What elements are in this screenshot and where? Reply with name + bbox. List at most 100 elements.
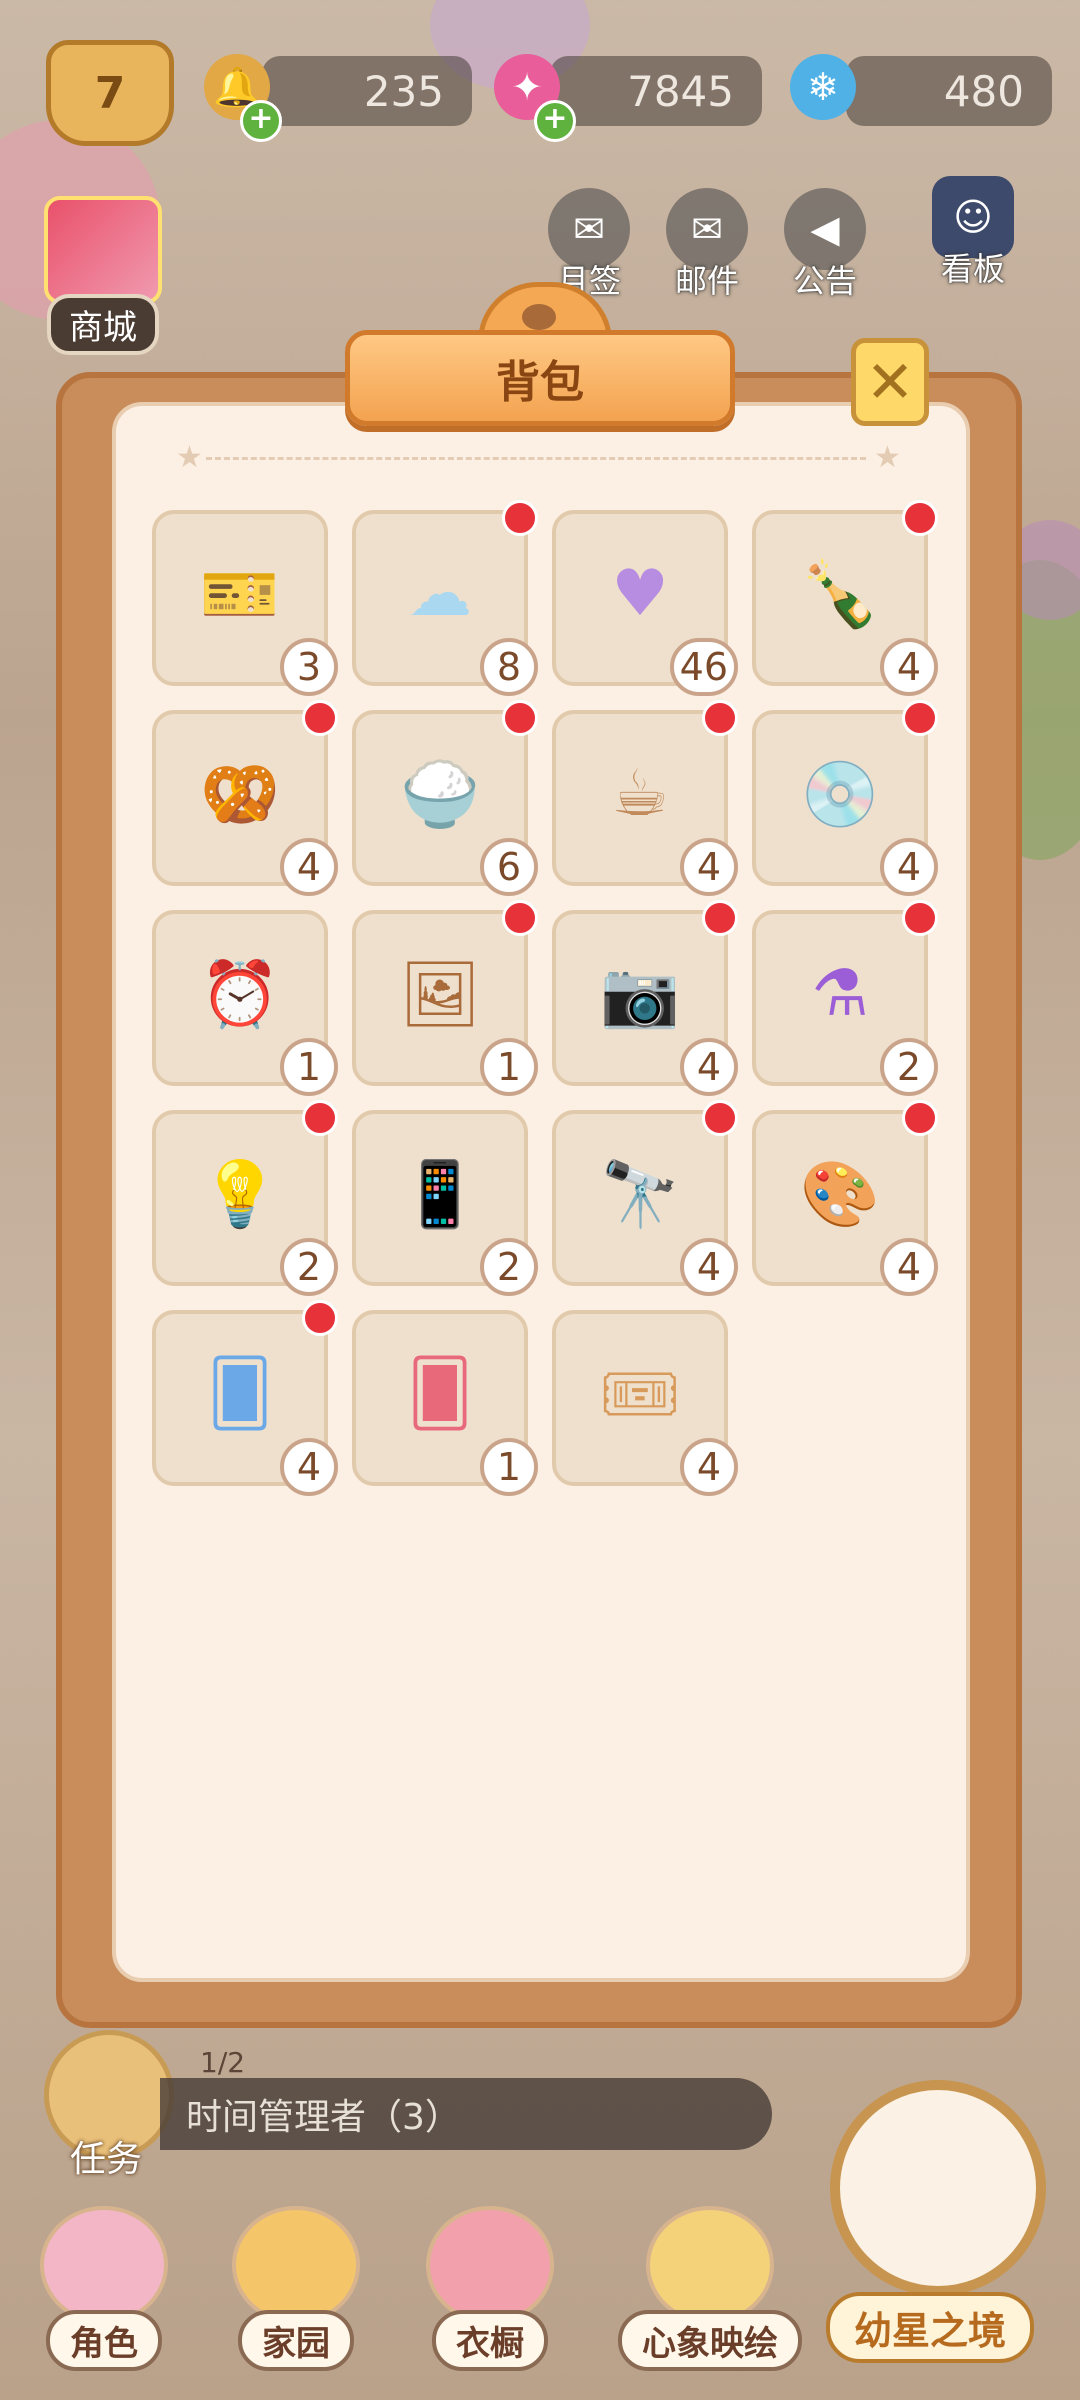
new-badge [902, 500, 938, 536]
board-button[interactable]: ☺ 看板 [932, 176, 1014, 290]
potion-bottle-icon: ⚗ [811, 957, 869, 1031]
rice-bowl-icon: 🍚 [400, 757, 480, 832]
notice-label: 公告 [792, 262, 857, 300]
inventory-slot[interactable]: 🂠 4 [152, 1300, 338, 1496]
gold-ticket-icon: 🎟 [599, 1357, 681, 1432]
inventory-slot[interactable]: 🍚 6 [352, 700, 538, 896]
house-icon [232, 2206, 360, 2324]
inventory-slot[interactable]: ⚗ 2 [752, 900, 938, 1096]
item-count: 4 [680, 1038, 738, 1096]
shop-button[interactable]: 商城 [44, 196, 162, 355]
item-count: 4 [680, 838, 738, 896]
quest-text: 时间管理者（3） [186, 2097, 461, 2138]
add-gem-button[interactable]: + [534, 100, 576, 142]
resource-bell-counter: 235 [262, 56, 472, 126]
inventory-slot[interactable]: ♥ 46 [552, 510, 738, 696]
clock-button-label[interactable]: 幼星之境 [826, 2292, 1035, 2363]
item-count: 4 [280, 1438, 338, 1496]
nav-cards[interactable]: 心象映绘 [618, 2206, 802, 2371]
inventory-slot[interactable]: 🥨 4 [152, 700, 338, 896]
nav-home[interactable]: 家园 [232, 2206, 360, 2371]
star-decoration-icon: ★ [176, 440, 203, 475]
add-bell-button[interactable]: + [240, 100, 282, 142]
soap-icon: ☁ [408, 557, 472, 631]
new-badge [302, 1100, 338, 1136]
resource-star-counter: 480 [846, 56, 1052, 126]
inventory-slot[interactable]: ☕ 4 [552, 700, 738, 896]
nav-cards-label: 心象映绘 [618, 2310, 802, 2371]
inventory-slot[interactable]: 💡 2 [152, 1100, 338, 1296]
item-count: 3 [280, 638, 338, 696]
new-badge [902, 900, 938, 936]
shop-label: 商城 [47, 294, 159, 355]
item-count: 4 [680, 1438, 738, 1496]
inventory-slot[interactable]: 🎨 4 [752, 1100, 938, 1296]
gift-box-icon [44, 196, 162, 304]
latte-cup-icon: ☕ [611, 757, 669, 831]
notice-button[interactable]: ◀ 公告 [784, 188, 866, 302]
new-badge [902, 1100, 938, 1136]
inventory-slot[interactable]: 🍾 4 [752, 500, 938, 696]
new-badge [502, 700, 538, 736]
item-count: 8 [480, 638, 538, 696]
new-badge [702, 900, 738, 936]
board-label: 看板 [940, 250, 1005, 288]
easel-icon: 🎨 [800, 1157, 880, 1232]
divider [206, 457, 866, 460]
item-count: 1 [480, 1438, 538, 1496]
item-count: 46 [669, 638, 738, 696]
character-icon [40, 2206, 168, 2324]
blue-cards-icon: 🂠 [207, 1357, 273, 1431]
item-count: 4 [880, 1238, 938, 1296]
new-badge [702, 700, 738, 736]
inventory-slot[interactable]: 💿 4 [752, 700, 938, 896]
red-cards-icon: 🂠 [407, 1357, 473, 1431]
item-count: 4 [680, 1238, 738, 1296]
nav-wardrobe[interactable]: 衣橱 [426, 2206, 554, 2371]
mail-button[interactable]: ✉ 邮件 [666, 188, 748, 302]
chips-bag-icon: 🥨 [200, 757, 280, 832]
backpack-title: 背包 [345, 330, 735, 426]
new-badge [502, 500, 538, 536]
nav-character-label: 角色 [46, 2310, 162, 2371]
inventory-slot[interactable]: 🔭 4 [552, 1100, 738, 1296]
cards-icon [646, 2206, 774, 2324]
desk-lamp-icon: 💡 [200, 1157, 280, 1232]
nav-character[interactable]: 角色 [40, 2206, 168, 2371]
painting-icon: 🖼 [399, 957, 481, 1032]
close-button[interactable]: ✕ [851, 338, 929, 426]
new-badge [702, 1100, 738, 1136]
inventory-slot[interactable]: ⏰ 1 [152, 910, 338, 1096]
new-badge [902, 700, 938, 736]
item-count: 4 [880, 638, 938, 696]
item-count: 4 [880, 838, 938, 896]
item-count: 2 [280, 1238, 338, 1296]
item-count: 1 [280, 1038, 338, 1096]
level-badge[interactable]: 7 [46, 40, 174, 146]
quest-bar[interactable]: 时间管理者（3） [160, 2078, 772, 2150]
inventory-slot[interactable]: 🎟 4 [552, 1310, 738, 1496]
new-badge [502, 900, 538, 936]
inventory-slot[interactable]: ☁ 8 [352, 500, 538, 696]
new-badge [302, 1300, 338, 1336]
telescope-icon: 🔭 [600, 1157, 680, 1232]
clipboard-clip-hole [522, 304, 556, 330]
star-decoration-icon: ★ [874, 440, 901, 475]
item-count: 1 [480, 1038, 538, 1096]
clock-icon[interactable] [830, 2080, 1046, 2296]
inventory-slot[interactable]: 📱 2 [352, 1110, 538, 1296]
inventory-slot[interactable]: 🂠 1 [352, 1310, 538, 1496]
resource-gem-counter: 7845 [550, 56, 762, 126]
instant-camera-icon: 📷 [600, 957, 680, 1032]
item-count: 2 [880, 1038, 938, 1096]
nav-wardrobe-label: 衣橱 [432, 2310, 548, 2371]
inventory-slot[interactable]: 🎫 3 [152, 510, 338, 696]
record-player-icon: 💿 [800, 757, 880, 832]
inventory-slot[interactable]: 🖼 1 [352, 900, 538, 1096]
mail-label: 邮件 [674, 262, 739, 300]
digital-clock-icon: ⏰ [200, 957, 280, 1032]
inventory-slot[interactable]: 📷 4 [552, 900, 738, 1096]
hat-icon [426, 2206, 554, 2324]
quest-progress: 1/2 [200, 2046, 246, 2079]
item-count: 6 [480, 838, 538, 896]
